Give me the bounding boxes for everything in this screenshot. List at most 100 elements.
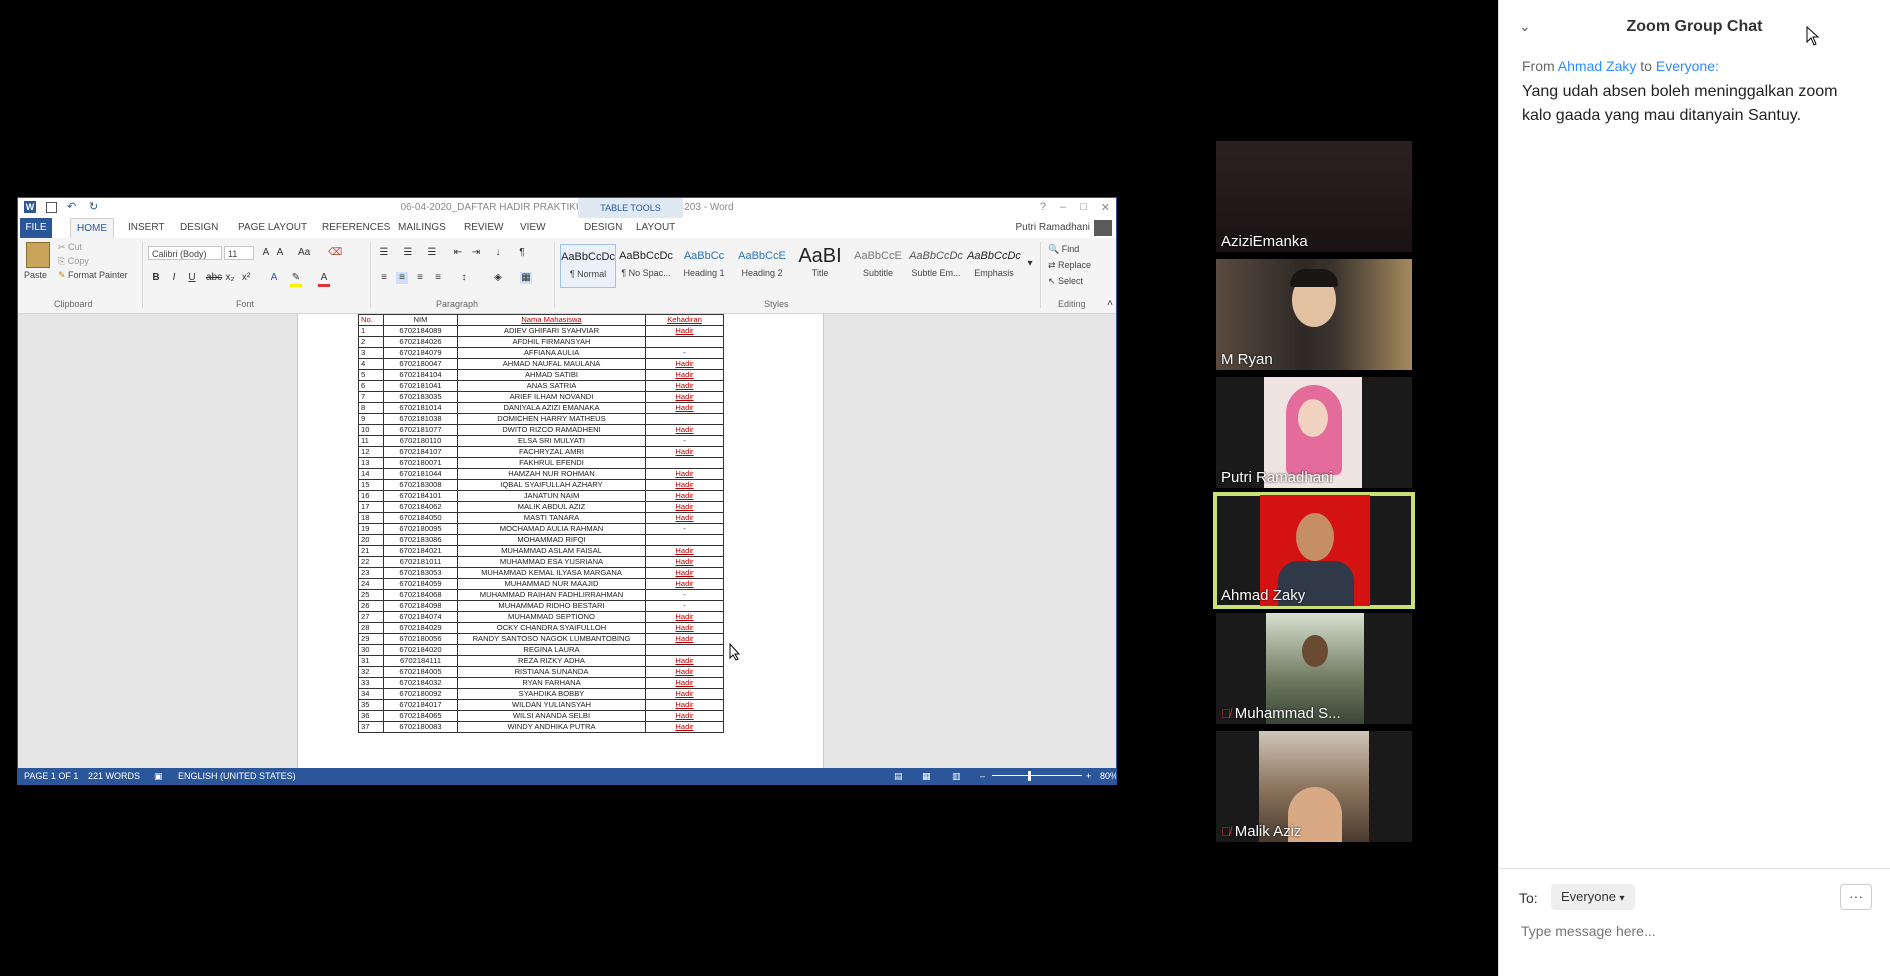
- font-size-select[interactable]: 11: [224, 246, 254, 260]
- line-spacing-icon[interactable]: ↕: [458, 272, 470, 284]
- select-button[interactable]: ↖ Select: [1048, 276, 1083, 287]
- align-center-icon[interactable]: ≡: [396, 272, 408, 284]
- multilevel-list-icon[interactable]: ☰: [426, 247, 438, 259]
- text-effects-icon[interactable]: A: [268, 272, 280, 284]
- style-normal[interactable]: AaBbCcDc ¶ Normal: [560, 244, 616, 288]
- styles-more-icon[interactable]: ▾: [1024, 258, 1036, 270]
- cut-button[interactable]: ✂ Cut: [58, 242, 82, 253]
- row-nama: MUHAMMAD NUR MAAJID: [457, 578, 646, 590]
- style-subtle-emphasis[interactable]: AaBbCcDc Subtle Em...: [908, 244, 964, 288]
- highlight-icon[interactable]: ✎: [290, 272, 302, 287]
- tab-table-layout[interactable]: LAYOUT: [630, 218, 681, 238]
- row-no: 25: [358, 589, 384, 601]
- italic-icon[interactable]: I: [168, 272, 180, 284]
- participant-tile[interactable]: 🎙̸ Malik Aziz: [1216, 731, 1412, 842]
- sort-icon[interactable]: ↓: [492, 247, 504, 259]
- row-kehadiran: Hadir: [645, 633, 724, 645]
- participant-tile-active-speaker[interactable]: Ahmad Zaky: [1213, 492, 1415, 609]
- font-name-select[interactable]: Calibri (Body): [148, 246, 222, 260]
- paste-button[interactable]: Paste: [24, 270, 47, 280]
- increase-indent-icon[interactable]: ⇥: [470, 247, 482, 259]
- tab-page-layout[interactable]: PAGE LAYOUT: [232, 218, 313, 238]
- find-button[interactable]: 🔍 Find: [1048, 244, 1079, 255]
- signed-in-user[interactable]: Putri Ramadhani: [1016, 218, 1090, 238]
- status-page[interactable]: PAGE 1 OF 1: [24, 768, 78, 784]
- zoom-in-icon[interactable]: +: [1086, 768, 1091, 784]
- row-no: 20: [358, 534, 384, 546]
- status-language[interactable]: ENGLISH (UNITED STATES): [178, 768, 296, 784]
- tab-home[interactable]: HOME: [70, 218, 114, 239]
- strikethrough-icon[interactable]: abc: [206, 272, 222, 284]
- help-icon[interactable]: ?: [1040, 201, 1046, 214]
- align-left-icon[interactable]: ≡: [378, 272, 390, 284]
- copy-button[interactable]: ⎘ Copy: [58, 256, 89, 267]
- replace-button[interactable]: ⇄ Replace: [1048, 260, 1091, 271]
- chat-sender[interactable]: Ahmad Zaky: [1558, 58, 1637, 74]
- web-layout-icon[interactable]: ▥: [952, 768, 961, 784]
- change-case-icon[interactable]: Aa: [298, 247, 310, 259]
- participant-tile[interactable]: 🎙̸ Muhammad S...: [1216, 613, 1412, 724]
- bullets-icon[interactable]: ☰: [378, 247, 390, 259]
- decrease-indent-icon[interactable]: ⇤: [452, 247, 464, 259]
- proofing-icon[interactable]: ▣: [154, 768, 163, 784]
- chat-message-input[interactable]: [1519, 922, 1863, 940]
- zoom-out-icon[interactable]: –: [980, 768, 985, 784]
- style-subtitle[interactable]: AaBbCcE Subtitle: [850, 244, 906, 288]
- close-icon[interactable]: ✕: [1101, 201, 1110, 214]
- show-marks-icon[interactable]: ¶: [516, 247, 528, 259]
- chat-panel: ⌄ Zoom Group Chat From Ahmad Zaky to Eve…: [1498, 0, 1890, 976]
- superscript-icon[interactable]: x²: [240, 272, 252, 284]
- style-heading-1[interactable]: AaBbCc Heading 1: [676, 244, 732, 288]
- style-no-spacing[interactable]: AaBbCcDc ¶ No Spac...: [618, 244, 674, 288]
- shrink-font-icon[interactable]: A: [274, 247, 286, 259]
- style-title[interactable]: AaBI Title: [792, 244, 848, 288]
- tab-insert[interactable]: INSERT: [122, 218, 171, 238]
- tab-references[interactable]: REFERENCES: [316, 218, 396, 238]
- style-emphasis[interactable]: AaBbCcDc Emphasis: [966, 244, 1022, 288]
- zoom-slider[interactable]: [992, 775, 1082, 776]
- tab-file[interactable]: FILE: [20, 218, 52, 238]
- row-no: 35: [358, 699, 384, 711]
- align-right-icon[interactable]: ≡: [414, 272, 426, 284]
- clear-formatting-icon[interactable]: ⌫: [328, 247, 342, 259]
- print-layout-icon[interactable]: ▦: [922, 768, 931, 784]
- numbering-icon[interactable]: ☰: [402, 247, 414, 259]
- chat-recipient[interactable]: Everyone:: [1656, 58, 1719, 74]
- row-nim: 6702184079: [383, 347, 458, 359]
- font-color-icon[interactable]: A: [318, 272, 330, 287]
- zoom-slider-thumb[interactable]: [1028, 771, 1031, 781]
- tab-mailings[interactable]: MAILINGS: [392, 218, 452, 238]
- shading-icon[interactable]: ◈: [492, 272, 504, 284]
- format-painter-button[interactable]: ✎ Format Painter: [58, 270, 128, 281]
- participant-tile[interactable]: AziziEmanka: [1216, 141, 1412, 252]
- underline-icon[interactable]: U: [186, 272, 198, 284]
- row-nama: MOCHAMAD AULIA RAHMAN: [457, 523, 646, 535]
- tab-review[interactable]: REVIEW: [458, 218, 509, 238]
- user-avatar[interactable]: [1094, 220, 1112, 236]
- row-no: 29: [358, 633, 384, 645]
- bold-icon[interactable]: B: [150, 272, 162, 284]
- style-heading-2[interactable]: AaBbCcE Heading 2: [734, 244, 790, 288]
- table-row: 15 6702183008 IQBAL SYAIFULLAH AZHARY Hadir: [358, 479, 724, 491]
- document-page[interactable]: No. NIM Nama Mahasiswa Kehadiran 1 670218…: [297, 314, 824, 768]
- tab-view[interactable]: VIEW: [514, 218, 552, 238]
- borders-icon[interactable]: ▦: [520, 272, 532, 284]
- zoom-level[interactable]: 80%: [1100, 768, 1116, 784]
- justify-icon[interactable]: ≡: [432, 272, 444, 284]
- participant-tile[interactable]: Putri Ramadhani: [1216, 377, 1412, 488]
- collapse-ribbon-icon[interactable]: ˄: [1104, 298, 1116, 310]
- maximize-icon[interactable]: □: [1080, 201, 1087, 214]
- table-row: 35 6702184017 WILDAN YULIANSYAH Hadir: [358, 699, 724, 711]
- document-canvas: No. NIM Nama Mahasiswa Kehadiran 1 670218…: [18, 314, 1116, 768]
- subscript-icon[interactable]: x₂: [224, 272, 236, 284]
- grow-font-icon[interactable]: A: [260, 247, 272, 259]
- paste-icon[interactable]: [26, 242, 50, 268]
- tab-table-design[interactable]: DESIGN: [578, 218, 628, 238]
- participant-tile[interactable]: M Ryan: [1216, 259, 1412, 370]
- read-mode-icon[interactable]: ▤: [894, 768, 903, 784]
- status-word-count[interactable]: 221 WORDS: [88, 768, 140, 784]
- minimize-icon[interactable]: –: [1060, 201, 1066, 214]
- tab-design[interactable]: DESIGN: [174, 218, 224, 238]
- chat-recipient-select[interactable]: Everyone ▾: [1551, 884, 1635, 910]
- chat-more-button[interactable]: ···: [1840, 884, 1872, 910]
